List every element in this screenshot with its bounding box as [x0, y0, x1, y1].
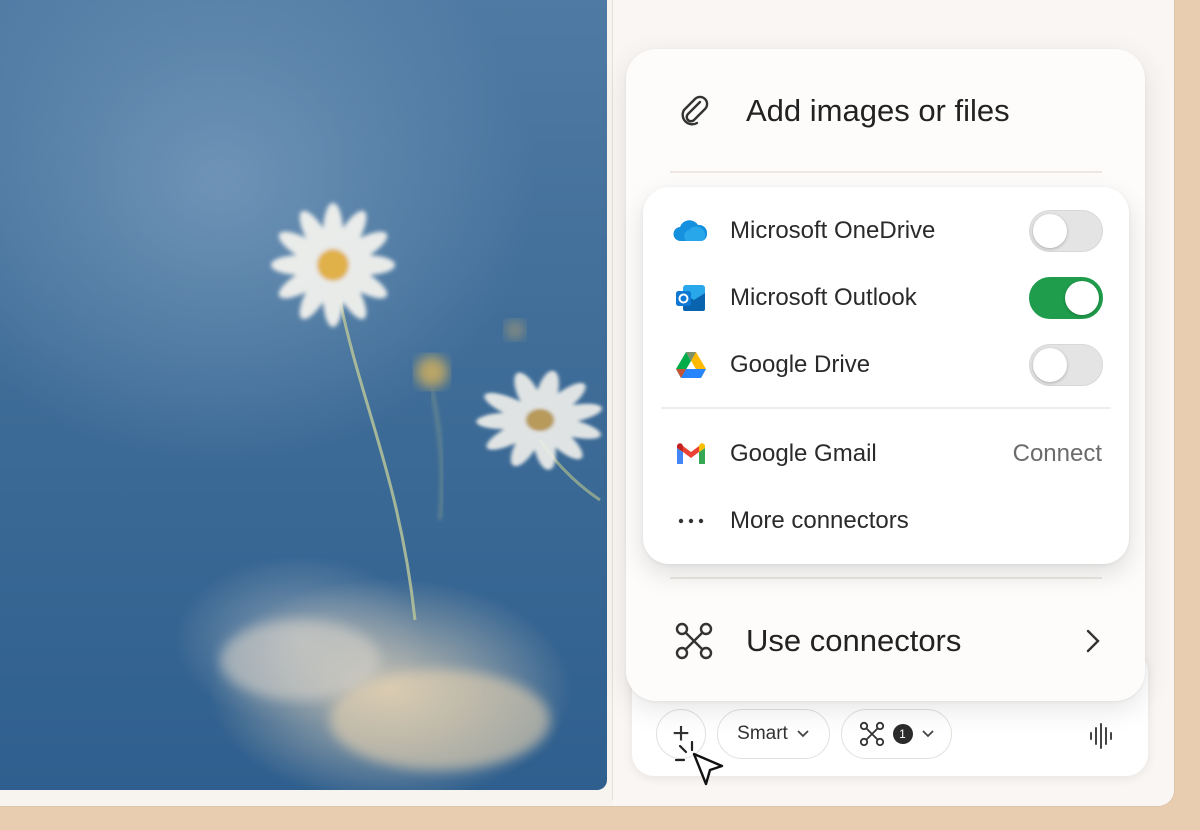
connectors-icon	[859, 721, 884, 747]
more-icon	[673, 503, 709, 539]
menu-divider	[670, 577, 1102, 579]
connector-row-gmail[interactable]: Google Gmail Connect	[643, 429, 1129, 479]
paperclip-icon	[674, 91, 714, 131]
onedrive-toggle[interactable]	[1029, 210, 1103, 252]
add-files-item[interactable]: Add images or files	[626, 79, 1145, 143]
mode-selector[interactable]: Smart	[717, 709, 830, 759]
chevron-down-icon	[921, 730, 934, 738]
gmail-connect-link[interactable]: Connect	[1013, 440, 1102, 468]
connectors-selector[interactable]: 1	[841, 709, 952, 759]
connector-row-outlook[interactable]: Microsoft Outlook	[643, 273, 1129, 323]
onedrive-icon	[673, 213, 709, 249]
connector-label: Google Drive	[730, 351, 871, 378]
more-connectors-item[interactable]: More connectors	[643, 496, 1129, 546]
toggle-knob	[1033, 214, 1067, 248]
use-connectors-label: Use connectors	[746, 623, 962, 658]
mouse-cursor-icon	[674, 740, 724, 786]
outlook-toggle[interactable]	[1029, 277, 1103, 319]
more-connectors-label: More connectors	[730, 507, 909, 534]
connector-count-badge: 1	[892, 724, 913, 744]
daisy-illustration	[220, 203, 602, 770]
use-connectors-item[interactable]: Use connectors	[626, 609, 1145, 673]
gmail-icon	[673, 436, 709, 472]
chevron-down-icon	[797, 730, 809, 738]
add-files-label: Add images or files	[746, 93, 1010, 128]
chevron-right-icon	[1086, 629, 1100, 653]
connector-label: Google Gmail	[730, 440, 877, 467]
connectors-icon	[674, 621, 714, 661]
connectors-submenu: Microsoft OneDrive Microsoft Outlook Goo…	[643, 187, 1129, 564]
toggle-knob	[1065, 281, 1099, 315]
outlook-icon	[673, 280, 709, 316]
submenu-divider	[661, 407, 1111, 409]
menu-divider	[670, 171, 1102, 173]
toggle-knob	[1033, 348, 1067, 382]
voice-icon[interactable]	[1088, 722, 1114, 750]
connector-row-onedrive[interactable]: Microsoft OneDrive	[643, 206, 1129, 256]
connector-label: Microsoft OneDrive	[730, 217, 936, 244]
mode-label: Smart	[737, 723, 788, 744]
daisy-photo	[0, 0, 607, 790]
connector-label: Microsoft Outlook	[730, 284, 917, 311]
connector-row-google-drive[interactable]: Google Drive	[643, 340, 1129, 390]
google-drive-toggle[interactable]	[1029, 344, 1103, 386]
google-drive-icon	[673, 347, 709, 383]
